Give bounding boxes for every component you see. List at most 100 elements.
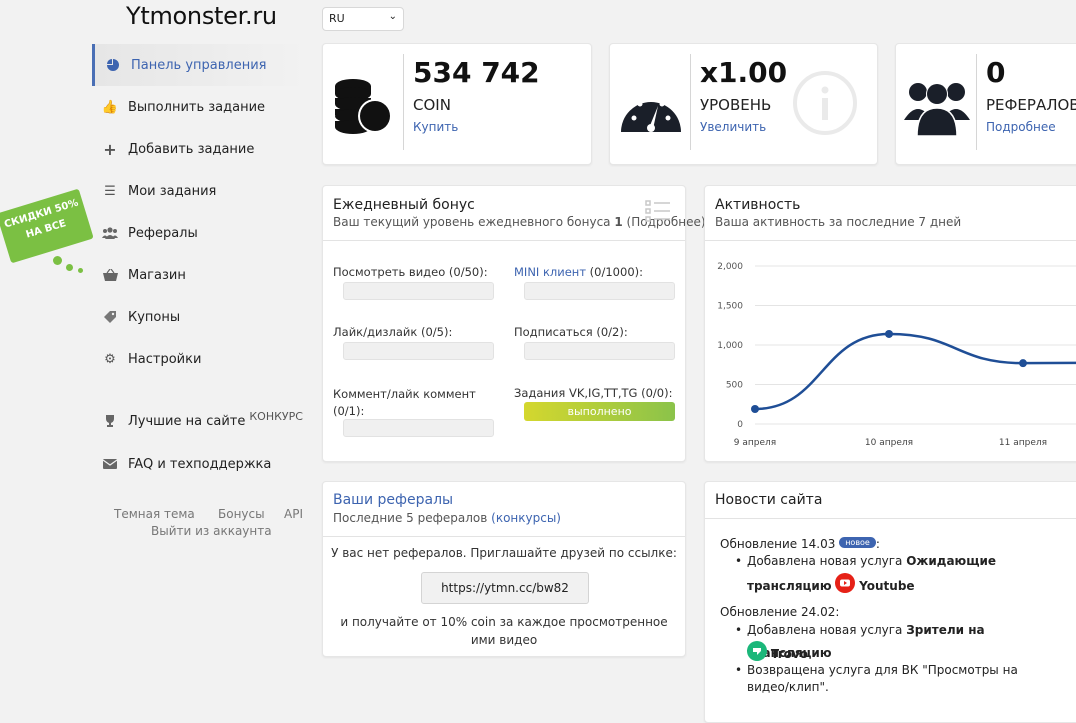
referrals-subtitle: Последние 5 рефералов (конкурсы) xyxy=(333,511,561,525)
news-item-text: Добавлена новая услуга xyxy=(747,554,903,568)
referral-link-box[interactable]: https://ytmn.cc/bw82 xyxy=(421,572,589,604)
task-completed-bar: выполнено xyxy=(524,402,675,421)
sidebar-item-my-tasks[interactable]: ☰ Мои задания xyxy=(92,170,306,212)
data-point xyxy=(1019,359,1027,368)
coins-icon xyxy=(331,78,395,140)
activity-chart: 0 500 1,000 1,500 2,000 9 апреля 10 апреля 11 а… xyxy=(717,262,1076,448)
dark-theme-link[interactable]: Темная тема xyxy=(114,507,195,521)
promo-sticker[interactable]: СКИДКИ 50% НА ВСЕ xyxy=(0,188,94,264)
news-item-platform: Trovo xyxy=(770,647,808,661)
users-icon xyxy=(904,78,970,140)
task-progress-bar xyxy=(524,282,675,300)
referrals-title[interactable]: Ваши рефералы xyxy=(333,492,453,508)
x-tick-label: 11 апреля xyxy=(999,438,1047,448)
trophy-icon xyxy=(92,414,128,428)
sidebar-item-referrals[interactable]: Рефералы xyxy=(92,212,306,254)
news-item-text: Возвращена услуга для ВК "Просмотры на в… xyxy=(747,663,1018,694)
speedometer-icon xyxy=(620,84,682,138)
task-progress-bar xyxy=(343,419,494,437)
trovo-icon xyxy=(747,641,767,661)
referrals-label: РЕФЕРАЛОВ xyxy=(986,96,1076,114)
basket-icon xyxy=(92,269,128,281)
sidebar-item-label: Лучшие на сайте xyxy=(128,413,246,429)
sidebar-item-label: Добавить задание xyxy=(128,141,255,157)
increase-level-link[interactable]: Увеличить xyxy=(700,120,766,134)
divider xyxy=(976,54,977,150)
youtube-icon xyxy=(835,573,856,593)
y-tick-label: 500 xyxy=(726,381,743,391)
level-value: x1.00 xyxy=(700,56,788,89)
thumbs-up-icon: 👍 xyxy=(101,99,119,115)
sidebar-item-label: FAQ и техподдержка xyxy=(128,456,272,472)
contests-link[interactable]: (конкурсы) xyxy=(491,511,561,525)
sidebar-item-label: Рефералы xyxy=(128,225,198,241)
news-heading: Обновление 14.03 xyxy=(720,537,836,551)
referrals-panel: Ваши рефералы Последние 5 рефералов (кон… xyxy=(322,481,686,657)
checklist-icon xyxy=(645,200,671,226)
info-icon xyxy=(792,70,858,140)
task-label: Подписаться (0/2): xyxy=(514,325,628,339)
list-icon: ☰ xyxy=(104,183,116,199)
api-link[interactable]: API xyxy=(284,507,303,521)
language-value: RU xyxy=(329,12,345,25)
task-label: Коммент/лайк коммент (0/1): xyxy=(333,387,476,418)
activity-subtitle: Ваша активность за последние 7 дней xyxy=(715,215,962,229)
y-tick-label: 2,000 xyxy=(717,262,743,272)
sidebar-item-top-users[interactable]: Лучшие на сайте КОНКУРС xyxy=(92,400,306,442)
referral-reward-text: и получайте от 10% coin за каждое просмо… xyxy=(340,615,668,647)
no-referrals-text: У вас нет рефералов. Приглашайте друзей … xyxy=(331,546,677,560)
bonuses-link[interactable]: Бонусы xyxy=(218,507,265,521)
y-tick-label: 0 xyxy=(737,420,743,430)
bonus-level: 1 xyxy=(614,215,623,229)
sidebar-item-label: Купоны xyxy=(128,309,181,325)
coins-value: 534 742 xyxy=(413,56,540,89)
daily-bonus-header xyxy=(323,186,685,241)
sidebar-item-dashboard[interactable]: Панель управления xyxy=(92,44,309,86)
task-progress-bar xyxy=(343,282,494,300)
sidebar-item-label: Настройки xyxy=(128,351,202,367)
promo-dot xyxy=(66,264,73,271)
promo-dot xyxy=(78,268,83,273)
x-tick-label: 10 апреля xyxy=(865,438,913,448)
sidebar-item-faq[interactable]: FAQ и техподдержка xyxy=(92,443,306,485)
task-progress-bar xyxy=(343,342,494,360)
divider xyxy=(690,54,691,150)
users-icon xyxy=(92,227,128,239)
mini-client-link[interactable]: MINI клиент xyxy=(514,265,586,279)
referrals-card: 0 РЕФЕРАЛОВ Подробнее xyxy=(895,43,1076,165)
news-item: • Добавлена новая услуга Ожидающие транс… xyxy=(735,550,1047,598)
task-progress-bar xyxy=(524,342,675,360)
sidebar-item-add-task[interactable]: + Добавить задание xyxy=(92,128,306,170)
referrals-more-link[interactable]: Подробнее xyxy=(986,120,1056,134)
referrals-header xyxy=(323,482,685,537)
task-label: Задания VK,IG,TT,TG (0/0): xyxy=(514,386,673,400)
plus-icon: + xyxy=(103,139,117,159)
sidebar-item-coupons[interactable]: Купоны xyxy=(92,296,306,338)
buy-coins-link[interactable]: Купить xyxy=(413,120,458,134)
sidebar-item-label: Панель управления xyxy=(131,57,267,73)
subtitle-text: Ваш текущий уровень ежедневного бонуса xyxy=(333,215,611,229)
data-point xyxy=(751,404,759,413)
news-panel: Новости сайта Обновление 14.03 новое: • … xyxy=(704,481,1076,723)
daily-bonus-panel: Ежедневный бонус Ваш текущий уровень еже… xyxy=(322,185,706,462)
y-tick-label: 1,500 xyxy=(717,302,743,312)
activity-panel: Активность Ваша активность за последние … xyxy=(704,185,1076,462)
pie-chart-icon xyxy=(95,59,131,71)
sidebar-item-settings[interactable]: ⚙ Настройки xyxy=(92,338,306,380)
bullet: • xyxy=(735,623,743,637)
x-tick-label: 9 апреля xyxy=(734,438,776,448)
language-select[interactable]: RU ⌄ xyxy=(322,7,404,31)
site-logo[interactable]: Ytmonster.ru xyxy=(126,2,277,30)
level-card: x1.00 УРОВЕНЬ Увеличить xyxy=(609,43,878,165)
tag-icon xyxy=(92,310,128,324)
task-label: MINI клиент (0/1000): xyxy=(514,265,643,279)
referrals-value: 0 xyxy=(986,56,1006,89)
sidebar-item-shop[interactable]: Магазин xyxy=(92,254,306,296)
logout-link[interactable]: Выйти из аккаунта xyxy=(151,524,272,538)
envelope-icon xyxy=(92,459,128,469)
task-count: (0/1000): xyxy=(586,265,643,279)
sidebar-item-label: Магазин xyxy=(128,267,186,283)
sidebar-item-do-task[interactable]: 👍 Выполнить задание xyxy=(92,86,306,128)
sidebar-item-label: Выполнить задание xyxy=(128,99,266,115)
bullet: • xyxy=(735,663,743,677)
